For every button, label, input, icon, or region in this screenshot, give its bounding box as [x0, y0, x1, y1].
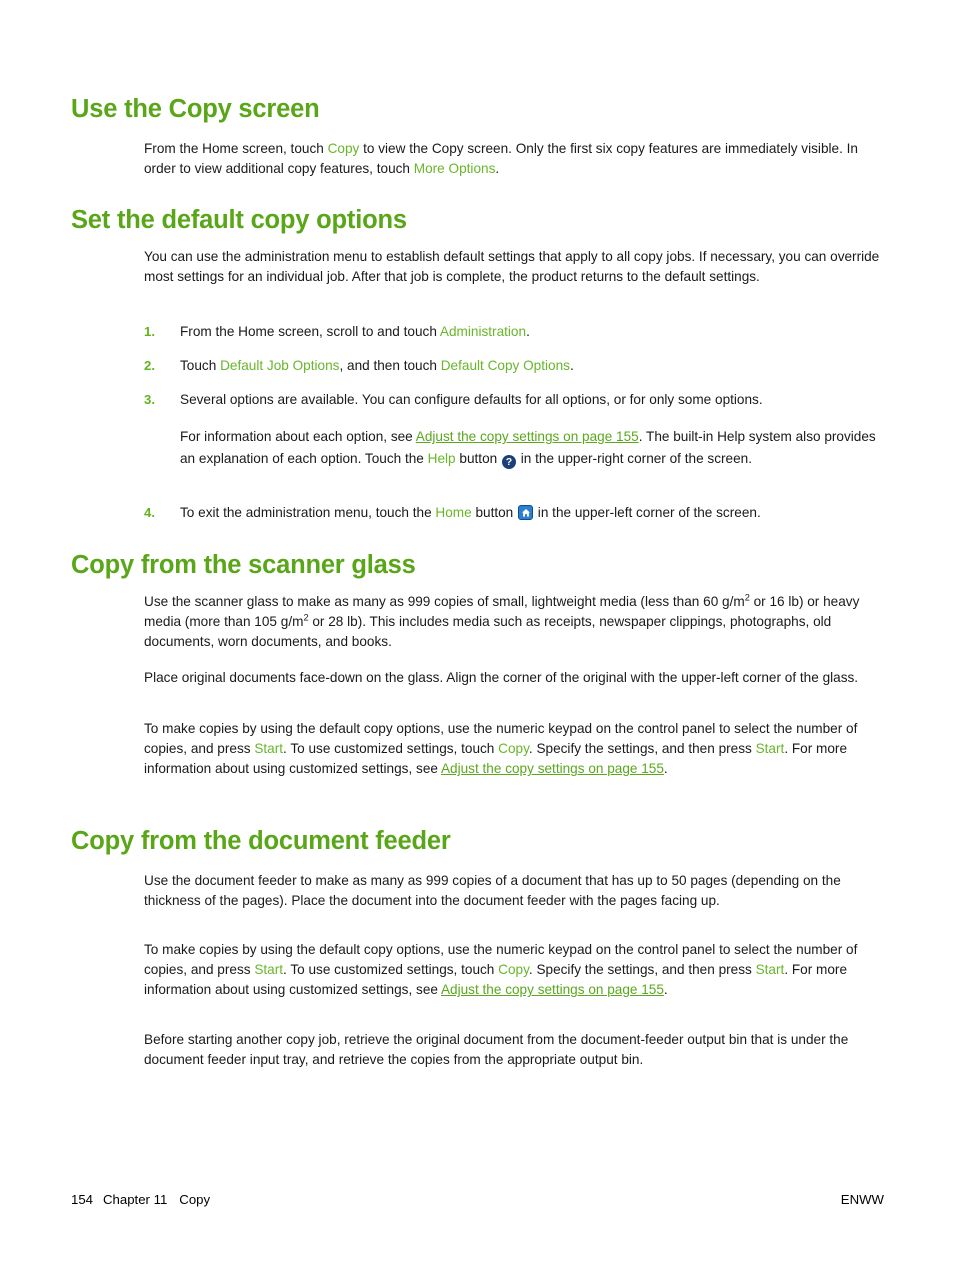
text-fragment: in the upper-right corner of the screen. [516, 450, 752, 466]
text-fragment: To exit the administration menu, touch t… [180, 505, 436, 520]
ui-term-copy: Copy [498, 962, 529, 978]
step-3-detail: For information about each option, see A… [180, 426, 884, 469]
footer-page-number: 154 [71, 1192, 94, 1207]
document-page: Use the Copy screen From the Home screen… [0, 0, 954, 1270]
text-fragment: . [663, 761, 668, 777]
list-item: 1. From the Home screen, scroll to and to… [144, 322, 884, 342]
list-number: 3. [144, 392, 155, 407]
text-fragment: in the upper-left corner of the screen. [534, 505, 761, 520]
text-fragment: . [526, 324, 530, 339]
text-fragment: button [471, 505, 518, 520]
step-3: 3. Several options are available. You can… [144, 390, 884, 469]
text-fragment: . To use customized settings, touch [283, 741, 499, 757]
ui-term-copy: Copy [498, 741, 529, 757]
footer-chapter-title: Copy [179, 1192, 211, 1207]
paragraph-document-feeder-capacity: Use the document feeder to make as many … [144, 873, 841, 909]
ui-term-copy: Copy [327, 141, 360, 156]
text-fragment: . [495, 161, 500, 177]
text-fragment: Several options are available. You can c… [180, 392, 763, 407]
heading-use-the-copy-screen: Use the Copy screen [71, 95, 320, 123]
list-item: 2. Touch Default Job Options, and then to… [144, 356, 884, 376]
home-icon [518, 505, 534, 520]
text-fragment: button [455, 450, 501, 466]
paragraph-scanner-glass-make-copies: To make copies by using the default copy… [144, 719, 884, 779]
step-4: 4. To exit the administration menu, touch… [144, 503, 884, 523]
ui-term-default-job-options: Default Job Options [220, 358, 340, 373]
list-number: 2. [144, 358, 155, 373]
heading-set-the-default-copy-options: Set the default copy options [71, 206, 407, 234]
footer-locale: ENWW [840, 1192, 884, 1207]
link-adjust-the-copy-settings[interactable]: Adjust the copy settings on page 155 [441, 982, 664, 997]
ui-term-start-2: Start [755, 962, 785, 978]
text-fragment: Touch [180, 358, 221, 373]
link-adjust-the-copy-settings[interactable]: Adjust the copy settings on page 155 [441, 761, 664, 776]
paragraph-document-feeder-make-copies: To make copies by using the default copy… [144, 940, 884, 1000]
paragraph-use-copy-screen: From the Home screen, touch Copy to view… [144, 139, 884, 179]
text-fragment: For information about each option, see [180, 429, 416, 445]
step-1: 1. From the Home screen, scroll to and to… [144, 322, 884, 342]
text-fragment: . [663, 982, 668, 998]
ui-term-administration: Administration [439, 324, 527, 339]
text-fragment: From the Home screen, touch [144, 141, 328, 156]
text-fragment: . Specify the settings, and then press [528, 962, 756, 978]
text-fragment: , and then touch [339, 358, 441, 373]
ui-term-more-options: More Options [413, 161, 496, 177]
ui-term-start-1: Start [254, 741, 284, 757]
text-fragment: From the Home screen, scroll to and touc… [180, 324, 440, 339]
text-fragment: . To use customized settings, touch [283, 962, 499, 978]
text-fragment: . [569, 358, 574, 373]
paragraph-scanner-glass-media: Use the scanner glass to make as many as… [144, 592, 884, 652]
step-2: 2. Touch Default Job Options, and then to… [144, 356, 884, 376]
footer-chapter: Chapter 11 [103, 1192, 168, 1207]
text-fragment: Use the scanner glass to make as many as… [144, 594, 745, 609]
page-footer: 154 Chapter 11 Copy ENWW [71, 1192, 884, 1212]
ui-term-help: Help [427, 450, 456, 466]
ui-term-home: Home [435, 505, 472, 520]
help-icon: ? [501, 454, 516, 469]
ui-term-default-copy-options: Default Copy Options [440, 358, 570, 373]
list-item: 3. Several options are available. You can… [144, 390, 884, 469]
link-adjust-the-copy-settings[interactable]: Adjust the copy settings on page 155 [416, 429, 639, 444]
footer-left: 154 Chapter 11 Copy [71, 1192, 210, 1207]
heading-copy-from-the-scanner-glass: Copy from the scanner glass [71, 551, 416, 579]
text-fragment: . Specify the settings, and then press [528, 741, 756, 757]
paragraph-retrieve-originals: Before starting another copy job, retrie… [144, 1032, 849, 1068]
ui-term-start-2: Start [755, 741, 785, 757]
list-number: 4. [144, 505, 155, 520]
list-number: 1. [144, 324, 155, 339]
ui-term-start-1: Start [254, 962, 284, 978]
list-item: 4. To exit the administration menu, touch… [144, 503, 884, 523]
heading-copy-from-the-document-feeder: Copy from the document feeder [71, 827, 451, 855]
paragraph-default-copy-intro: You can use the administration menu to e… [144, 249, 880, 285]
paragraph-place-originals: Place original documents face-down on th… [144, 670, 859, 685]
